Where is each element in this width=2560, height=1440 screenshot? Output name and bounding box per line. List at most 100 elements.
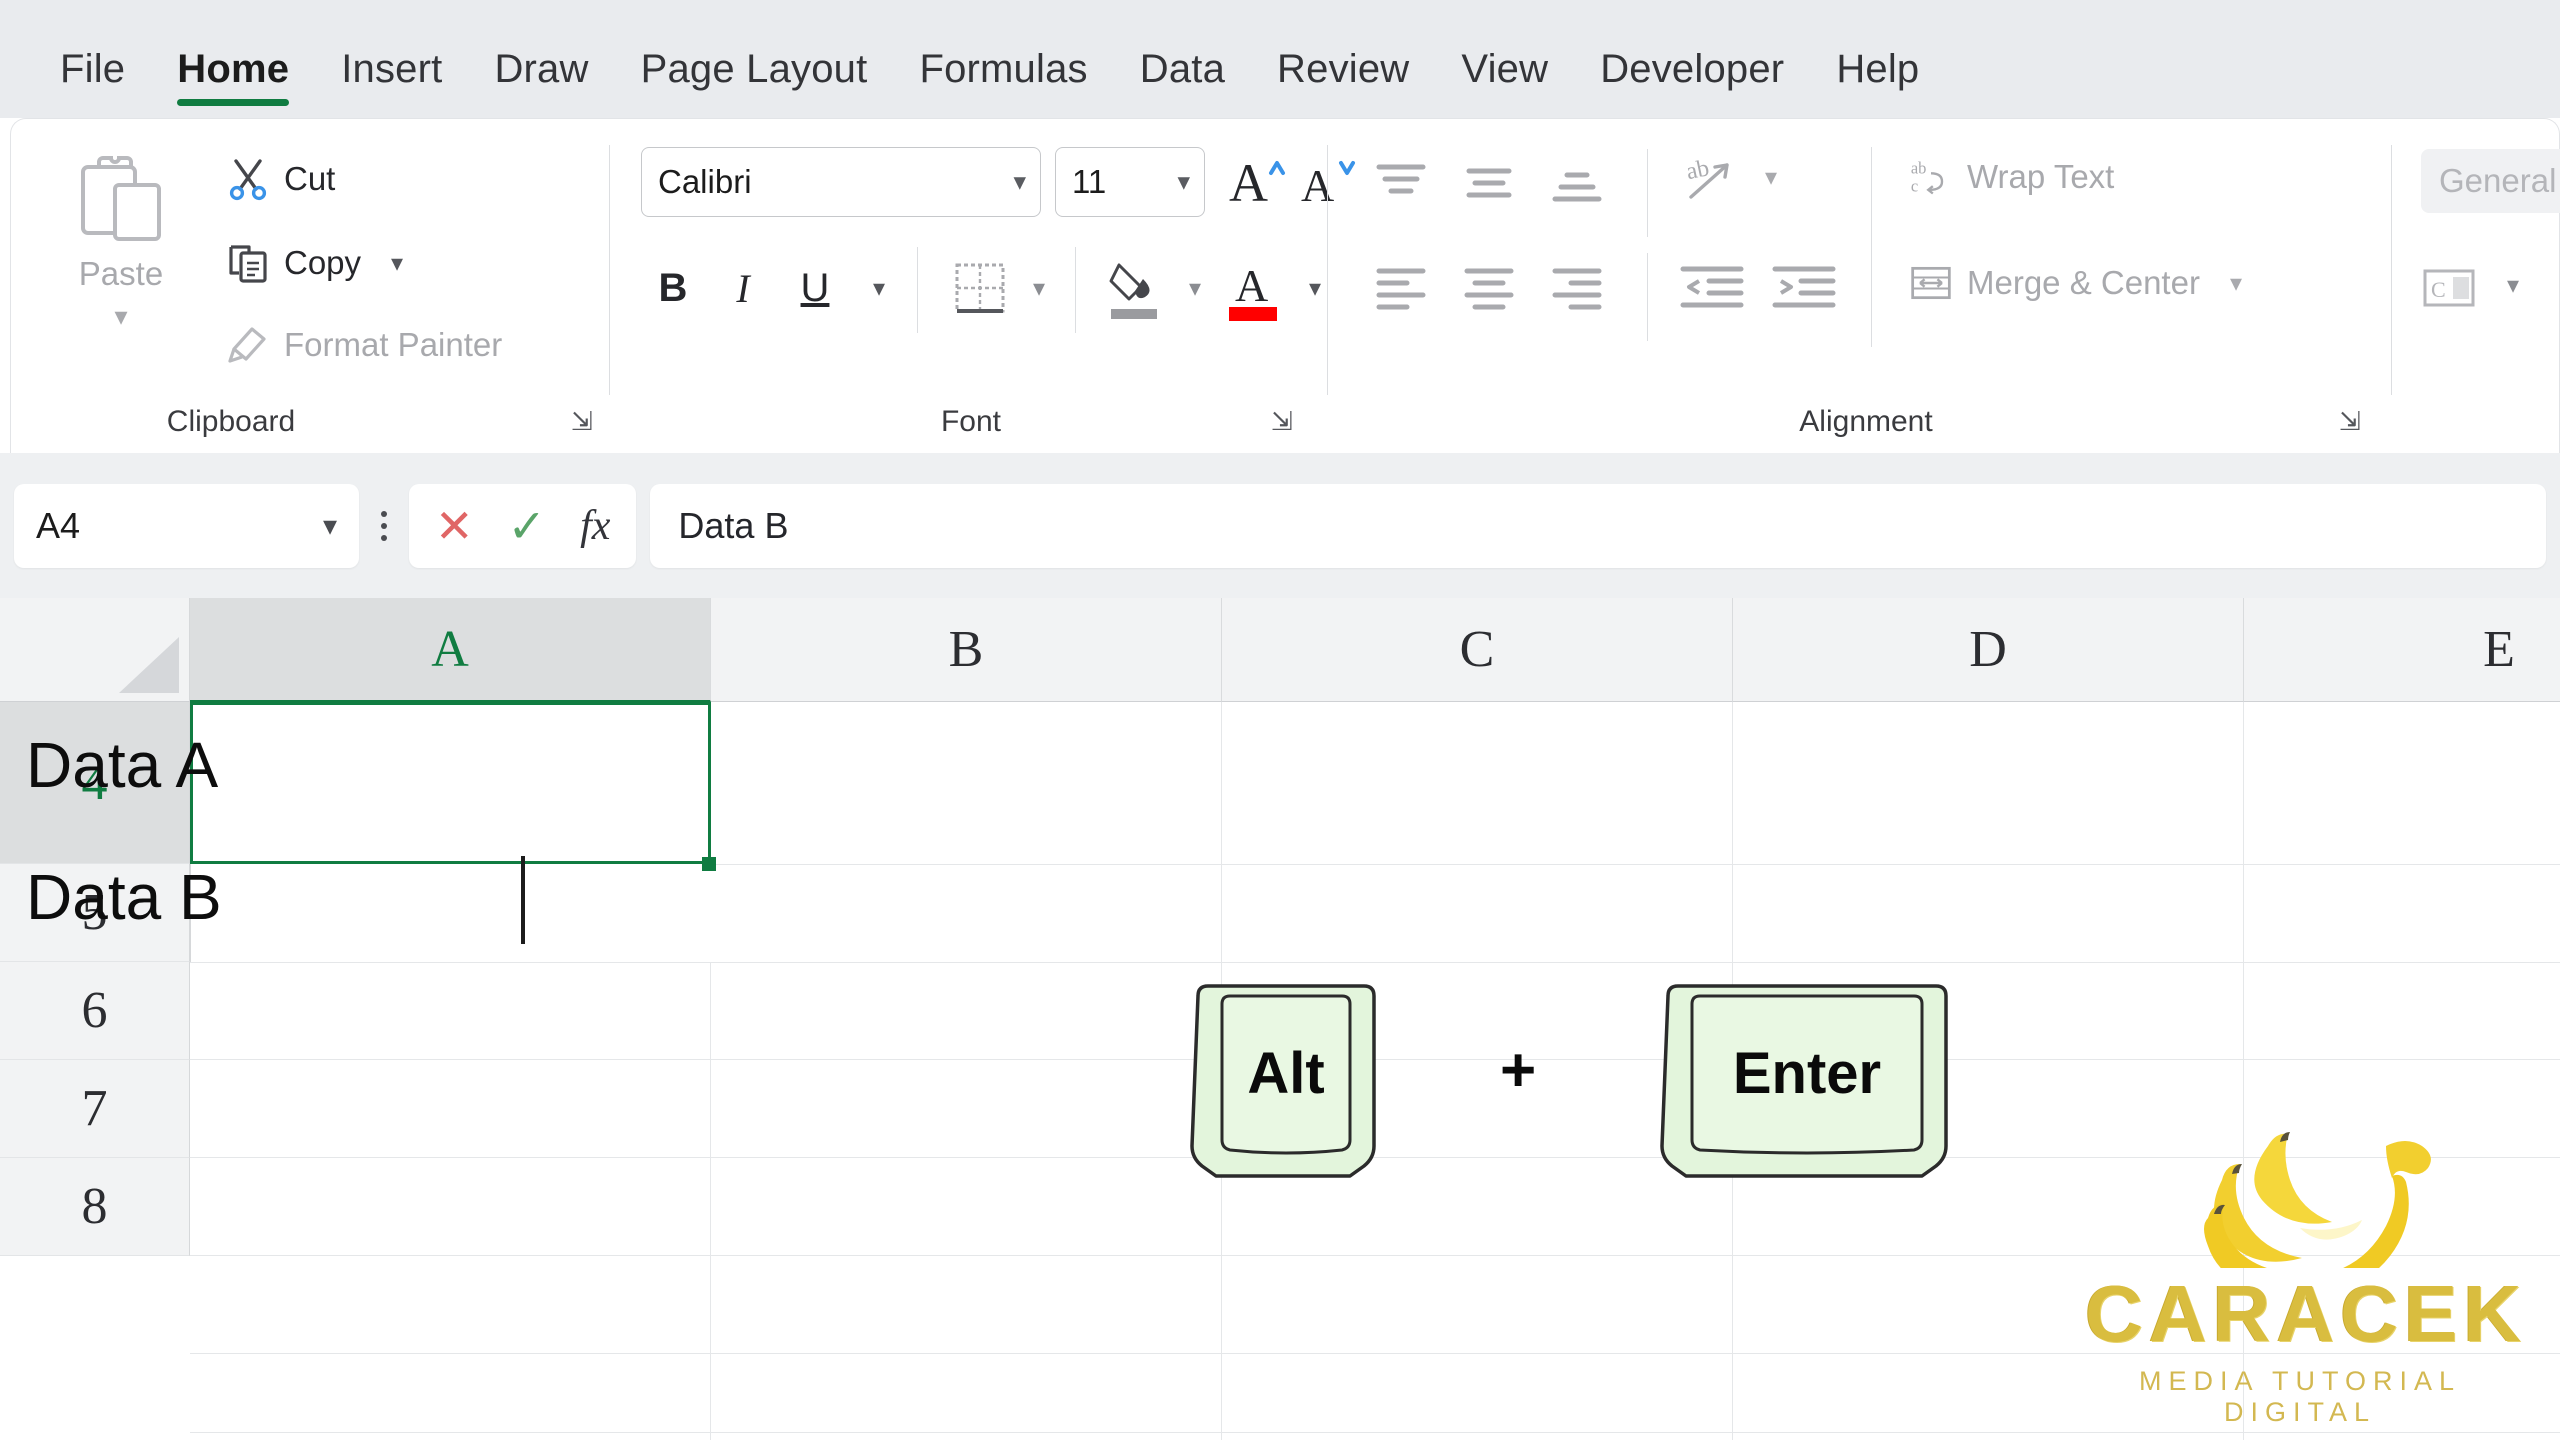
wrap-text-button[interactable]: ab c Wrap Text (1909, 155, 2115, 199)
align-left-button[interactable] (1371, 259, 1431, 324)
key-alt: Alt (1188, 980, 1384, 1180)
font-name-combo[interactable]: Calibri ▾ (641, 147, 1041, 217)
chevron-down-icon[interactable]: ▾ (1017, 261, 1061, 315)
chevron-down-icon[interactable]: ▾ (1173, 261, 1217, 315)
align-middle-button[interactable] (1459, 155, 1519, 220)
tab-help[interactable]: Help (1810, 47, 1945, 118)
column-header-a[interactable]: A (190, 598, 711, 702)
cut-button[interactable]: Cut (226, 157, 335, 201)
ribbon-group-clipboard: Paste ▾ Cut Copy ▾ Format Painter Clipbo… (11, 119, 611, 453)
alignment-group-label: Alignment (1799, 405, 1933, 438)
watermark-tagline: MEDIA TUTORIAL DIGITAL (2138, 1366, 2462, 1427)
alignment-dialog-launcher[interactable]: ⇲ (2339, 406, 2361, 437)
italic-button[interactable]: I (715, 253, 771, 323)
row-header-7[interactable]: 7 (0, 1060, 190, 1158)
formula-bar-actions: ✕ ✓ fx (409, 483, 637, 568)
svg-text:A: A (1235, 260, 1268, 311)
chevron-down-icon[interactable]: ▾ (323, 509, 337, 542)
column-header-b[interactable]: B (711, 598, 1222, 702)
chevron-down-icon[interactable]: ▾ (114, 301, 127, 332)
chevron-down-icon[interactable]: ▾ (857, 261, 901, 315)
bold-button[interactable]: B (645, 253, 701, 323)
name-box[interactable]: A4 ▾ (14, 483, 359, 568)
merge-center-icon (1909, 261, 1953, 305)
column-header-c[interactable]: C (1222, 598, 1733, 702)
confirm-entry-icon[interactable]: ✓ (508, 503, 547, 549)
merge-center-button[interactable]: Merge & Center ▾ (1909, 261, 2242, 305)
format-painter-label: Format Painter (284, 326, 503, 363)
align-center-button[interactable] (1459, 259, 1519, 324)
fill-handle[interactable] (702, 857, 716, 871)
borders-button[interactable] (947, 253, 1013, 323)
formula-bar-more-icon[interactable] (359, 510, 409, 541)
number-format-value: General (2439, 162, 2557, 199)
chevron-down-icon[interactable]: ▾ (1765, 163, 1777, 192)
chevron-down-icon[interactable]: ▾ (2507, 271, 2519, 300)
tab-home[interactable]: Home (151, 47, 315, 118)
align-bottom-button[interactable] (1547, 155, 1607, 220)
tab-developer[interactable]: Developer (1574, 47, 1810, 118)
column-header-row: A B C D E (0, 598, 2560, 702)
ribbon-group-alignment: ab ▾ ab c Wrap Text Merge & Center ▾ Ali… (1331, 119, 2401, 453)
increase-indent-button[interactable] (1771, 259, 1837, 324)
clipboard-dialog-launcher[interactable]: ⇲ (571, 406, 593, 437)
row-header-8[interactable]: 8 (0, 1158, 190, 1256)
decrease-indent-button[interactable] (1679, 259, 1745, 324)
ribbon-body: Paste ▾ Cut Copy ▾ Format Painter Clipbo… (10, 118, 2560, 453)
paste-button[interactable]: Paste ▾ (51, 145, 191, 357)
tab-page-layout[interactable]: Page Layout (615, 47, 894, 118)
underline-button[interactable]: U (787, 253, 843, 323)
font-size-combo[interactable]: 11 ▾ (1055, 147, 1205, 217)
tab-file[interactable]: File (34, 47, 151, 118)
format-painter-button[interactable]: Format Painter (226, 323, 502, 367)
align-top-button[interactable] (1371, 155, 1431, 220)
column-header-d[interactable]: D (1733, 598, 2244, 702)
scissors-icon (226, 157, 270, 201)
paste-label: Paste (78, 255, 164, 292)
formula-bar: A4 ▾ ✕ ✓ fx Data B (0, 453, 2560, 598)
column-header-e[interactable]: E (2244, 598, 2560, 702)
wrap-text-label: Wrap Text (1967, 158, 2115, 195)
ribbon-group-number: General C ▾ (2401, 119, 2560, 453)
svg-text:ab: ab (1911, 158, 1927, 177)
font-color-button[interactable]: A (1221, 253, 1287, 325)
orientation-button[interactable]: ab (1681, 151, 1747, 222)
tab-view[interactable]: View (1435, 47, 1574, 118)
banana-icon (2085, 1118, 2515, 1295)
fill-color-button[interactable] (1103, 253, 1169, 325)
cell-line-2: Data B (26, 861, 222, 933)
accounting-format-button[interactable]: C (2419, 259, 2479, 324)
key-enter-label: Enter (1732, 1040, 1882, 1106)
tab-draw[interactable]: Draw (468, 47, 614, 118)
cell-a4-editing[interactable] (190, 702, 711, 864)
cut-label: Cut (284, 160, 336, 197)
svg-text:A: A (1229, 153, 1268, 213)
font-dialog-launcher[interactable]: ⇲ (1271, 406, 1293, 437)
tab-formulas[interactable]: Formulas (893, 47, 1113, 118)
paintbrush-icon (226, 323, 270, 367)
select-all-corner[interactable] (0, 598, 190, 702)
group-divider (1075, 247, 1076, 333)
align-right-button[interactable] (1547, 259, 1607, 324)
formula-value: Data B (678, 504, 789, 546)
copy-button[interactable]: Copy ▾ (226, 241, 403, 285)
ribbon-group-font: Calibri ▾ 11 ▾ A A B I U ▾ ▾ ▾ A ▾ Font … (611, 119, 1355, 453)
key-alt-label: Alt (1247, 1040, 1325, 1106)
formula-input[interactable]: Data B (650, 483, 2546, 568)
increase-font-size-button[interactable]: A (1221, 147, 1291, 217)
copy-icon (226, 241, 270, 285)
chevron-down-icon[interactable]: ▾ (391, 249, 403, 278)
group-divider (1647, 149, 1648, 237)
row-header-6[interactable]: 6 (0, 962, 190, 1060)
tab-data[interactable]: Data (1114, 47, 1251, 118)
excel-window: File Home Insert Draw Page Layout Formul… (0, 0, 2560, 1440)
insert-function-icon[interactable]: fx (580, 502, 610, 550)
chevron-down-icon[interactable]: ▾ (1177, 167, 1204, 197)
tab-insert[interactable]: Insert (315, 47, 468, 118)
number-format-combo[interactable]: General (2421, 149, 2560, 213)
tab-review[interactable]: Review (1251, 47, 1435, 118)
chevron-down-icon[interactable]: ▾ (1013, 167, 1040, 197)
chevron-down-icon[interactable]: ▾ (2230, 269, 2242, 298)
cancel-entry-icon[interactable]: ✕ (435, 503, 474, 549)
watermark-brand: CARACEK (2085, 1269, 2527, 1358)
